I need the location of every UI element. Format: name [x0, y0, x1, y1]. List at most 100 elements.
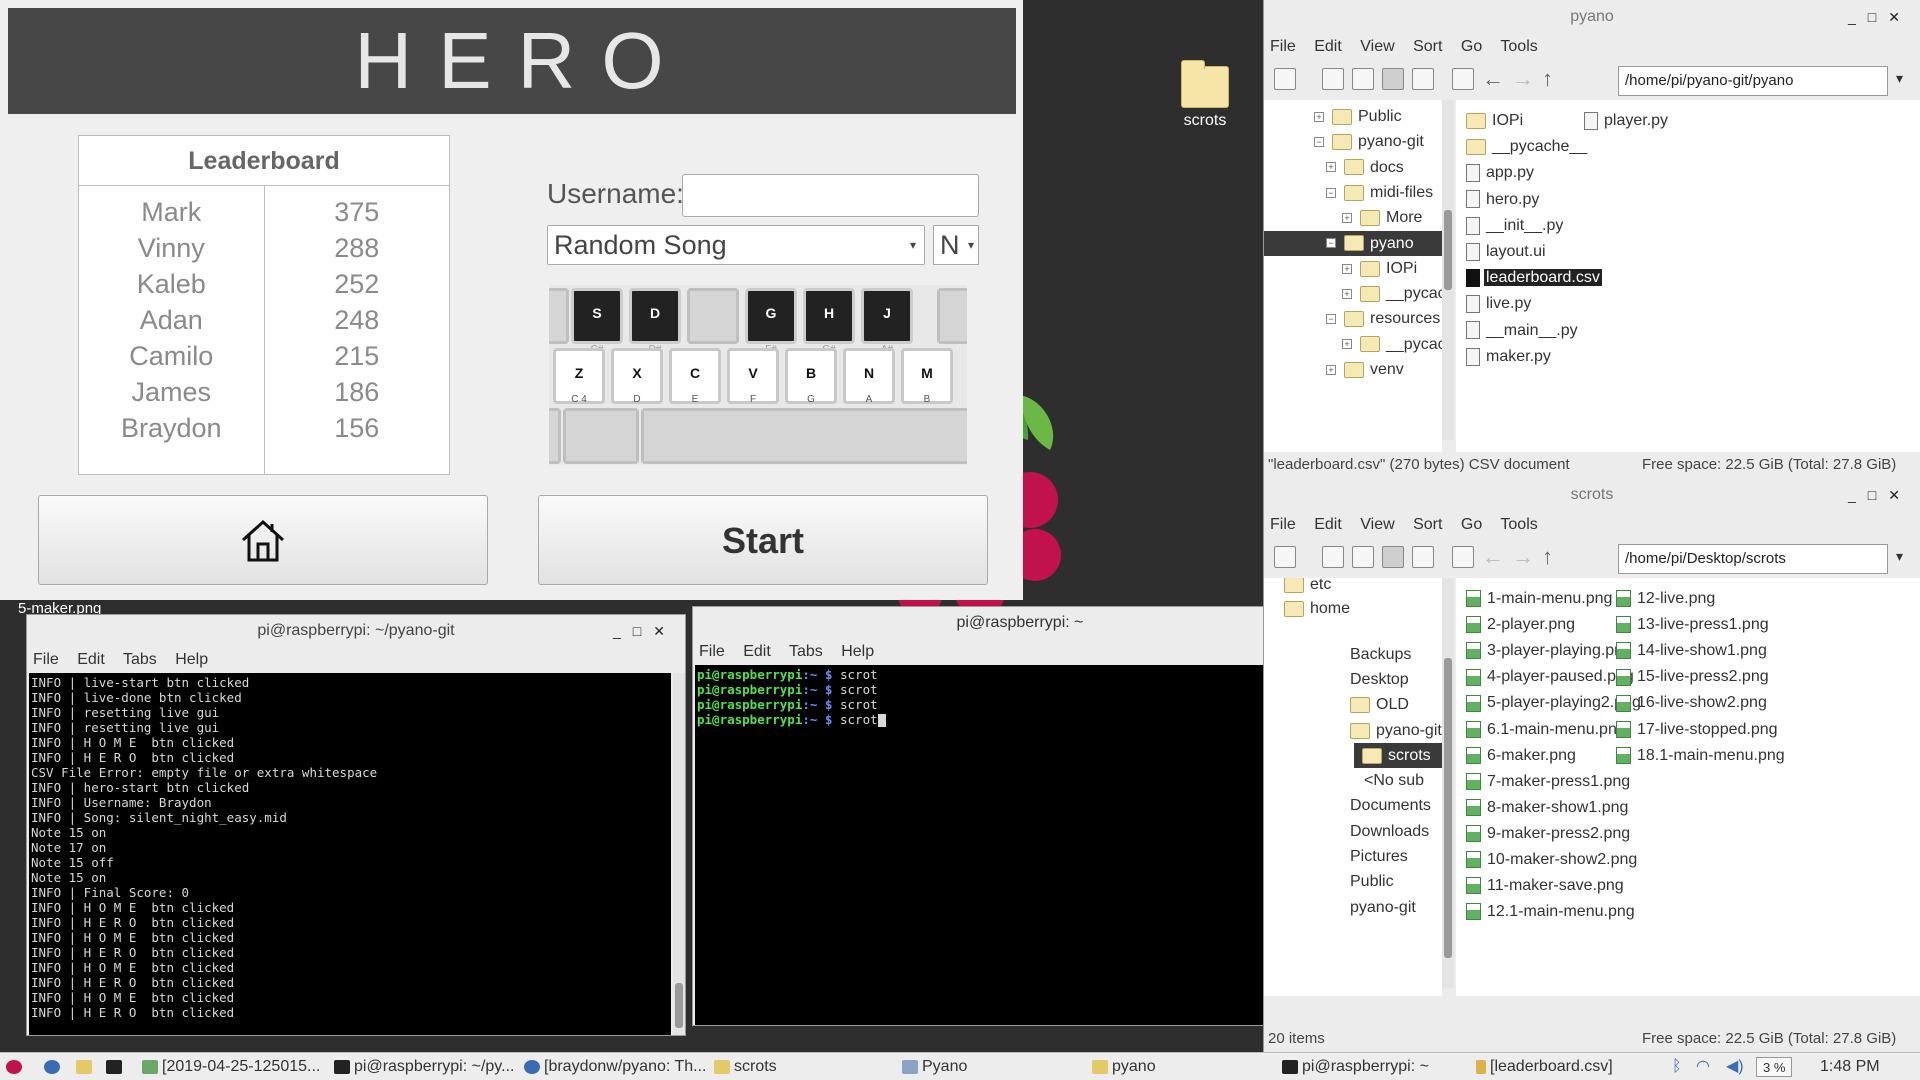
file-item[interactable]: leaderboard.csv — [1466, 265, 1602, 291]
file-item[interactable]: 7-maker-press1.png — [1466, 769, 1630, 795]
white-key[interactable]: B G — [785, 348, 837, 405]
menu-file[interactable]: File — [1270, 38, 1296, 55]
file-list[interactable]: IOPi __pycache__ app.py hero.py __init__.py l… — [1456, 100, 1920, 452]
taskbar-item-browser[interactable]: [braydonw/pyano: Th... — [524, 1053, 709, 1080]
file-item[interactable]: 5-player-playing2.png — [1466, 690, 1641, 716]
file-item[interactable]: layout.ui — [1466, 239, 1546, 265]
taskbar-item-pyano-folder[interactable]: pyano — [1092, 1053, 1272, 1080]
thumbnail-view-icon[interactable] — [1352, 546, 1374, 568]
file-item[interactable]: 18.1-main-menu.png — [1616, 743, 1785, 769]
file-item[interactable]: player.py — [1584, 108, 1668, 134]
tree-item[interactable]: <No sub — [1264, 768, 1442, 793]
maximize-icon[interactable]: □ — [1868, 487, 1888, 503]
file-item[interactable]: 11-maker-save.png — [1466, 873, 1624, 899]
path-input[interactable]: /home/pi/pyano-git/pyano — [1618, 66, 1888, 96]
file-item[interactable]: live.py — [1466, 291, 1531, 317]
black-key[interactable]: D D# — [629, 288, 681, 355]
icon-view-icon[interactable] — [1322, 546, 1344, 568]
expand-icon[interactable]: + — [1326, 162, 1336, 173]
start-button[interactable]: Start — [538, 495, 988, 585]
file-item[interactable]: 6.1-main-menu.png — [1466, 717, 1626, 743]
desktop-folder-scrots[interactable]: scrots — [1168, 60, 1242, 130]
partial-key[interactable] — [549, 408, 561, 464]
difficulty-select[interactable]: N ▾ — [933, 225, 979, 265]
black-key[interactable]: G F# — [745, 288, 797, 355]
icon-view-icon[interactable] — [1322, 68, 1344, 90]
partial-key[interactable] — [937, 288, 967, 344]
list-view-icon[interactable] — [1412, 546, 1434, 568]
up-arrow-icon[interactable]: ↑ — [1542, 66, 1553, 92]
menu-edit[interactable]: Edit — [1314, 516, 1342, 533]
back-arrow-icon[interactable]: ← — [1482, 66, 1504, 92]
folder-tree[interactable]: + Public − pyano-git + docs − midi-files + More − p… — [1264, 100, 1442, 452]
menu-go[interactable]: Go — [1461, 516, 1482, 533]
tree-item[interactable]: Downloads — [1264, 819, 1442, 844]
browser-launcher-icon[interactable] — [44, 1053, 66, 1080]
chevron-down-icon[interactable]: ▾ — [1896, 548, 1903, 565]
wifi-icon[interactable]: ◠ — [1696, 1053, 1710, 1080]
menu-tabs[interactable]: Tabs — [123, 651, 157, 668]
chevron-down-icon[interactable]: ▾ — [1896, 70, 1903, 87]
close-icon[interactable]: ✕ — [653, 623, 677, 639]
collapse-icon[interactable]: − — [1326, 238, 1336, 249]
tree-item[interactable]: Documents — [1264, 793, 1442, 818]
menu-go[interactable]: Go — [1461, 38, 1482, 55]
file-item[interactable]: 1-main-menu.png — [1466, 586, 1612, 612]
white-key[interactable]: Z C 4 — [553, 348, 605, 405]
taskbar-item-terminal-pyano[interactable]: pi@raspberrypi: ~/py... — [334, 1053, 519, 1080]
white-key[interactable]: N A — [843, 348, 895, 405]
menu-tabs[interactable]: Tabs — [789, 643, 823, 660]
bluetooth-icon[interactable]: ᛒ — [1672, 1053, 1682, 1080]
tree-item[interactable]: Public — [1264, 869, 1442, 894]
menu-file[interactable]: File — [33, 651, 59, 668]
forward-arrow-icon[interactable]: → — [1512, 544, 1534, 570]
tree-item[interactable]: Backups — [1264, 642, 1442, 667]
tree-scrollbar[interactable] — [1442, 578, 1454, 988]
file-item[interactable]: 12.1-main-menu.png — [1466, 899, 1635, 925]
minimize-icon[interactable]: _ — [613, 623, 633, 639]
menu-view[interactable]: View — [1360, 38, 1394, 55]
new-window-icon[interactable] — [1274, 68, 1296, 90]
compact-view-icon[interactable] — [1382, 546, 1404, 568]
tree-item[interactable]: Pictures — [1264, 844, 1442, 869]
file-item[interactable]: 3-player-playing.png — [1466, 638, 1632, 664]
black-key[interactable]: S C# — [571, 288, 623, 355]
file-item[interactable]: 15-live-press2.png — [1616, 664, 1769, 690]
tree-item[interactable]: etc — [1264, 578, 1442, 597]
tree-item[interactable]: + IOPi — [1264, 256, 1442, 281]
tree-item[interactable]: scrots — [1354, 743, 1442, 768]
file-manager-launcher-icon[interactable] — [76, 1053, 98, 1080]
menu-tools[interactable]: Tools — [1500, 516, 1537, 533]
file-item[interactable]: 6-maker.png — [1466, 743, 1576, 769]
tree-item[interactable]: + venv — [1264, 357, 1442, 382]
tree-item[interactable]: − midi-files — [1264, 180, 1442, 205]
maximize-icon[interactable]: □ — [633, 623, 653, 639]
collapse-icon[interactable]: − — [1326, 314, 1336, 325]
minimize-icon[interactable]: _ — [1848, 9, 1868, 25]
partial-key[interactable] — [549, 288, 569, 344]
file-item[interactable]: 13-live-press1.png — [1616, 612, 1769, 638]
menu-edit[interactable]: Edit — [77, 651, 105, 668]
blank-key[interactable] — [687, 288, 739, 344]
white-key[interactable]: V F — [727, 348, 779, 405]
file-item[interactable]: 17-live-stopped.png — [1616, 717, 1778, 743]
menu-sort[interactable]: Sort — [1413, 38, 1442, 55]
terminal-output[interactable]: pi@raspberrypi:~ $ scrot pi@raspberrypi:~… — [695, 665, 1339, 1025]
file-item[interactable]: 14-live-show1.png — [1616, 638, 1767, 664]
file-item[interactable]: 9-maker-press2.png — [1466, 821, 1630, 847]
terminal-output[interactable]: INFO | live-start btn clicked INFO | live… — [29, 673, 671, 1035]
up-arrow-icon[interactable]: ↑ — [1542, 544, 1553, 570]
folder-tree[interactable]: etc home Backups Desktop OLD pyano-git scrots <… — [1264, 578, 1442, 996]
volume-icon[interactable]: ◀) — [1726, 1053, 1744, 1080]
scrollbar-thumb[interactable] — [1444, 210, 1452, 290]
scrollbar-thumb[interactable] — [1444, 658, 1452, 958]
file-item[interactable]: IOPi — [1466, 108, 1523, 134]
compact-view-icon[interactable] — [1382, 68, 1404, 90]
minimize-icon[interactable]: _ — [1848, 487, 1868, 503]
menu-sort[interactable]: Sort — [1413, 516, 1442, 533]
file-item[interactable]: 16-live-show2.png — [1616, 690, 1767, 716]
maximize-icon[interactable]: □ — [1868, 9, 1888, 25]
menu-edit[interactable]: Edit — [1314, 38, 1342, 55]
expand-icon[interactable]: + — [1342, 212, 1352, 223]
tree-item[interactable]: + __pycac — [1264, 281, 1442, 306]
